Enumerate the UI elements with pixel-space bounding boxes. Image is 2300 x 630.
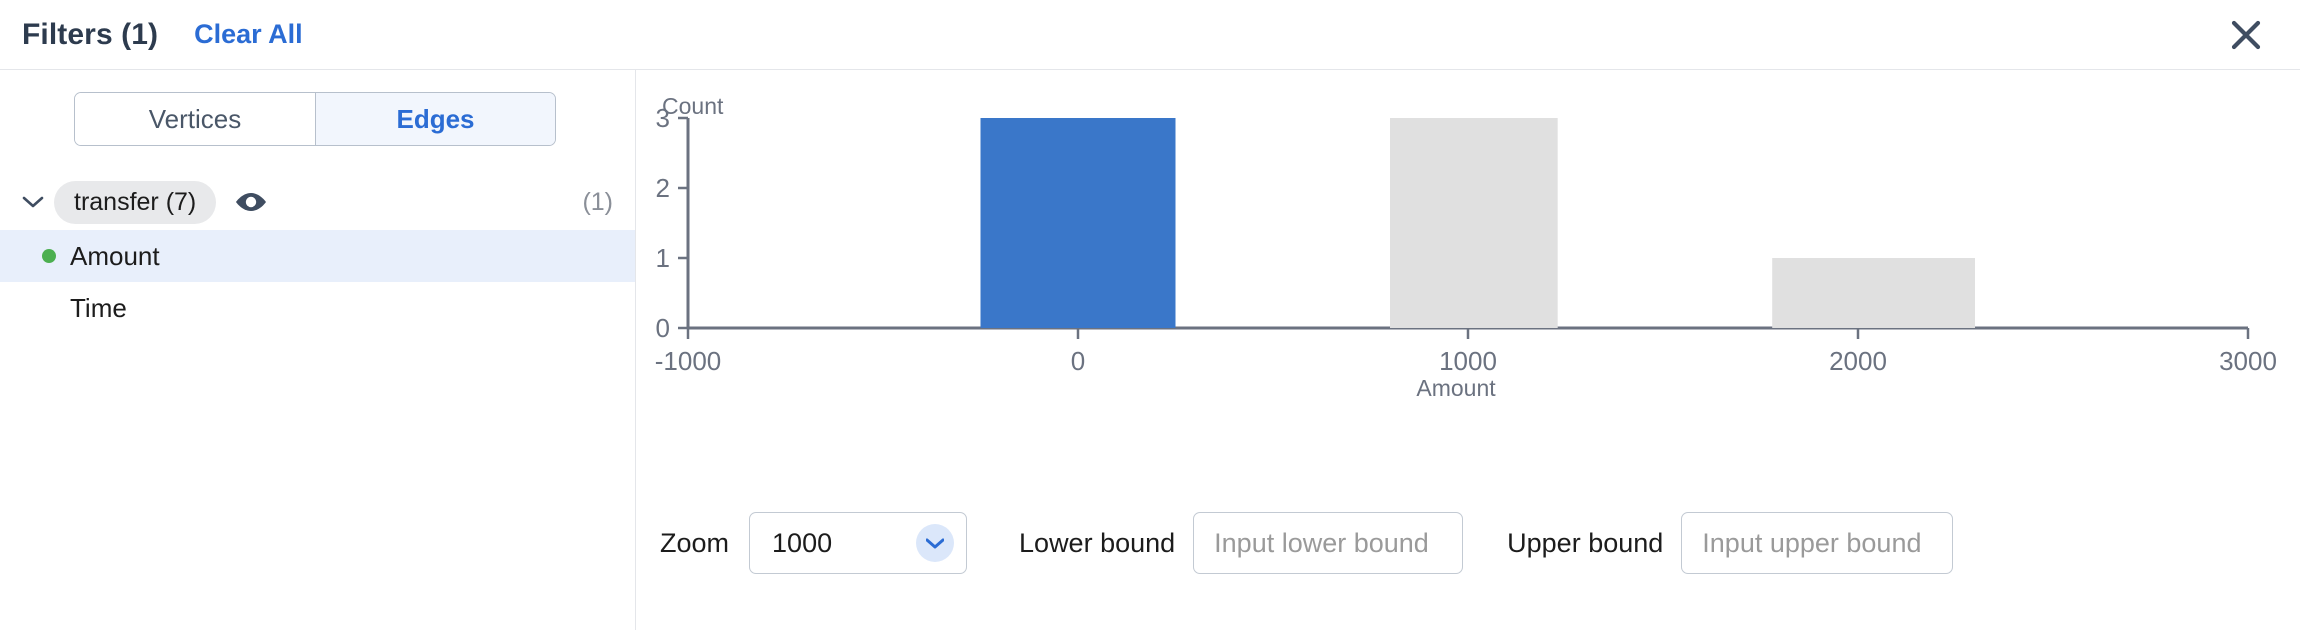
element-type-toggle: Vertices Edges (74, 92, 556, 146)
sidebar-item-label: Amount (70, 240, 160, 271)
histogram-controls: Zoom 1000 Lower bound Upper bound (636, 512, 2300, 574)
svg-text:3000: 3000 (2219, 346, 2276, 376)
eye-icon[interactable] (234, 190, 268, 214)
filters-panel: Filters (1) Clear All Vertices Edges tra… (0, 0, 2300, 630)
edge-type-filter-count: (1) (582, 187, 613, 216)
upper-bound-input[interactable] (1681, 512, 1954, 574)
tab-vertices[interactable]: Vertices (75, 93, 315, 145)
svg-text:3: 3 (656, 103, 670, 133)
x-axis-label: Amount (1416, 375, 1496, 401)
x-axis-ticks: -1000 0 1000 2000 3000 (655, 328, 2276, 376)
svg-text:2000: 2000 (1829, 346, 1887, 376)
lower-bound-label: Lower bound (1019, 527, 1176, 558)
y-axis-ticks: 0 1 2 3 (656, 103, 688, 343)
edge-type-group-transfer[interactable]: transfer (7) (1) (0, 174, 635, 230)
close-icon (2229, 18, 2263, 52)
svg-text:0: 0 (1071, 346, 1085, 376)
edge-type-pill-label: transfer (7) (54, 180, 217, 224)
filters-sidebar: Vertices Edges transfer (7) (1) Amount T… (0, 70, 636, 630)
panel-body: Vertices Edges transfer (7) (1) Amount T… (0, 70, 2300, 630)
svg-text:1: 1 (656, 243, 670, 273)
clear-all-button[interactable]: Clear All (194, 19, 303, 50)
sidebar-item-time[interactable]: Time (0, 282, 635, 334)
zoom-selected-value: 1000 (772, 527, 833, 558)
element-type-toggle-wrap: Vertices Edges (0, 92, 635, 146)
sidebar-item-amount[interactable]: Amount (0, 230, 635, 282)
zoom-select[interactable]: 1000 (749, 512, 968, 574)
svg-text:0: 0 (656, 313, 670, 343)
panel-header: Filters (1) Clear All (0, 0, 2300, 70)
page-title: Filters (1) (22, 17, 159, 51)
zoom-label: Zoom (660, 527, 730, 558)
amount-histogram: Count 0123 -1000 0 1000 2000 3000 Amount (636, 88, 2300, 508)
close-button[interactable] (2220, 9, 2272, 61)
chevron-down-icon[interactable] (916, 524, 955, 562)
tab-edges[interactable]: Edges (315, 93, 555, 145)
histogram-panel: Count 0123 -1000 0 1000 2000 3000 Amount Zoo… (636, 70, 2300, 630)
chevron-down-icon[interactable] (18, 195, 48, 209)
svg-text:-1000: -1000 (655, 346, 722, 376)
histogram-svg: Count 0123 -1000 0 1000 2000 3000 Amount (655, 93, 2276, 401)
sidebar-item-label: Time (70, 292, 127, 323)
y-axis-label: Count (662, 93, 724, 119)
active-filter-dot-placeholder-icon (42, 301, 56, 315)
active-filter-dot-icon (42, 249, 56, 263)
lower-bound-input[interactable] (1193, 512, 1464, 574)
histogram-bars[interactable] (980, 118, 1976, 328)
upper-bound-label: Upper bound (1507, 527, 1664, 558)
svg-text:2: 2 (656, 173, 670, 203)
svg-text:1000: 1000 (1439, 346, 1497, 376)
